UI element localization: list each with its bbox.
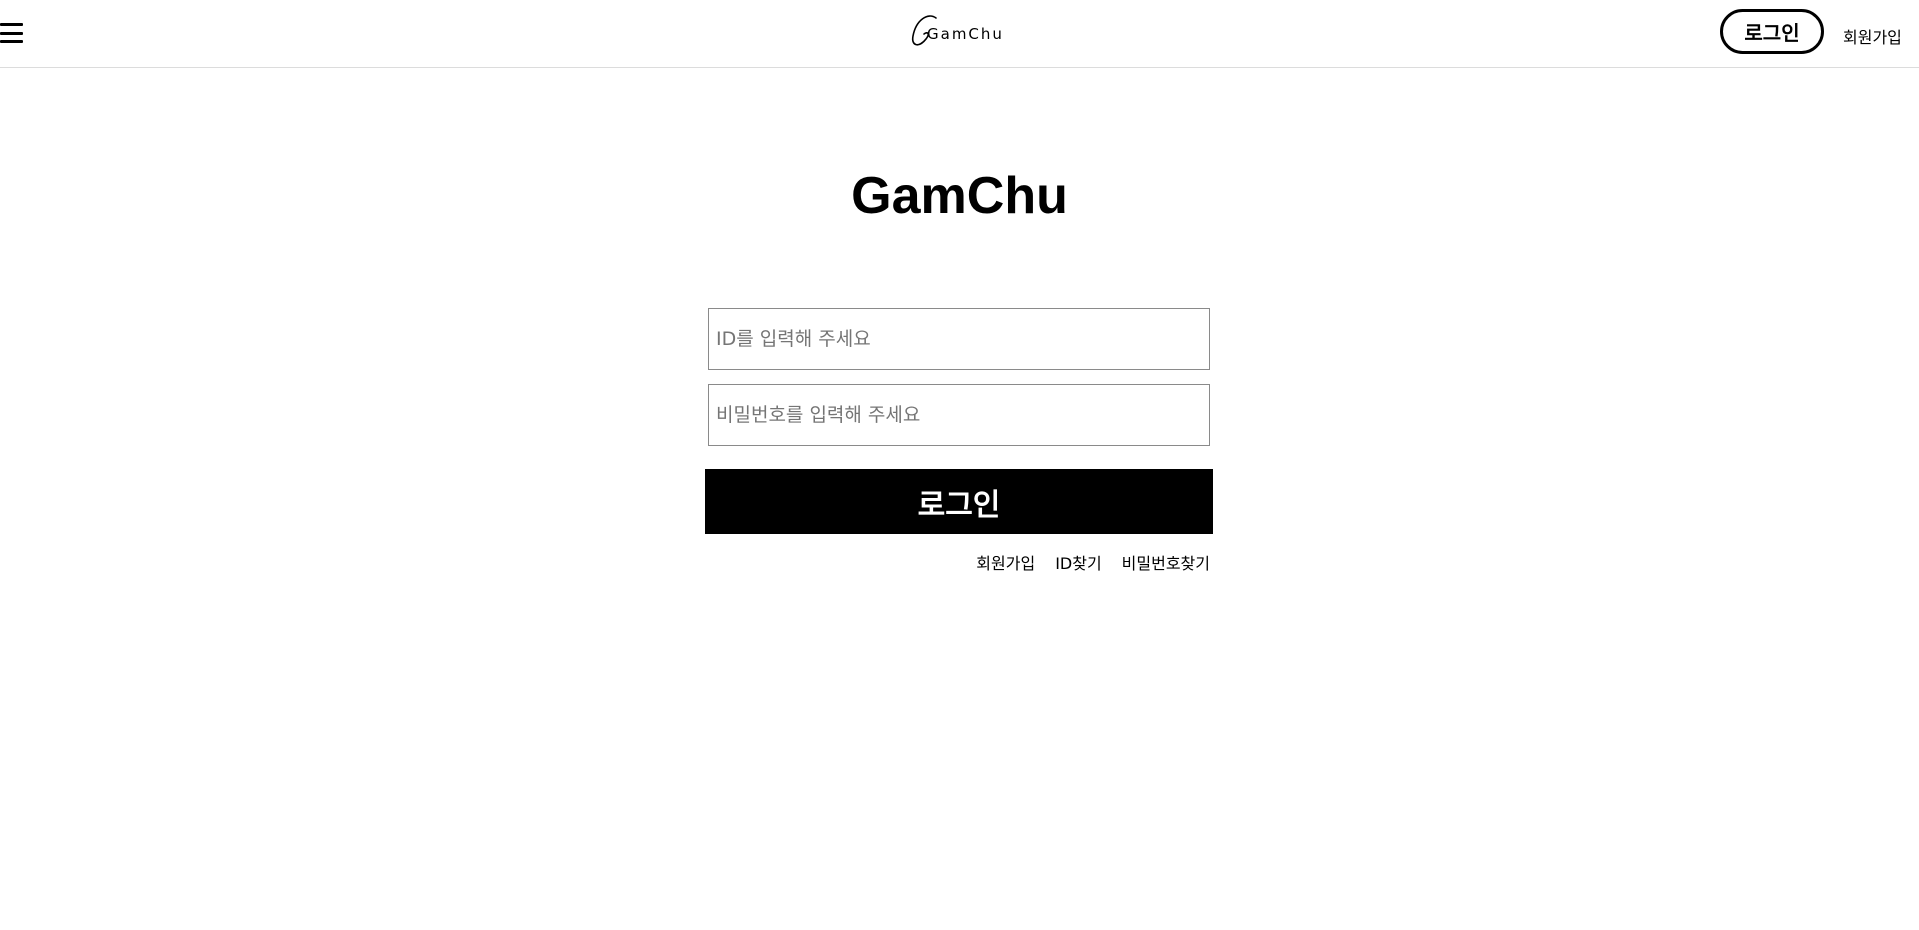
password-input[interactable] bbox=[708, 384, 1210, 446]
menu-bar bbox=[0, 31, 23, 35]
menu-bar bbox=[0, 23, 23, 26]
auxiliary-links: 회원가입 ID찾기 비밀번호찾기 bbox=[960, 550, 1210, 574]
logo[interactable]: GamChu bbox=[910, 10, 1010, 50]
header-signup-link[interactable]: 회원가입 bbox=[1843, 24, 1902, 48]
top-header: GamChu 로그인 회원가입 bbox=[0, 0, 1919, 68]
header-login-button[interactable]: 로그인 bbox=[1720, 9, 1824, 54]
signup-link[interactable]: 회원가입 bbox=[976, 550, 1035, 574]
login-submit-button[interactable]: 로그인 bbox=[705, 469, 1213, 534]
find-id-link[interactable]: ID찾기 bbox=[1055, 550, 1101, 574]
page-title: GamChu bbox=[851, 167, 1068, 225]
find-password-link[interactable]: 비밀번호찾기 bbox=[1122, 550, 1210, 574]
menu-bar bbox=[0, 40, 23, 43]
hamburger-menu-icon[interactable] bbox=[0, 18, 26, 48]
logo-text: GamChu bbox=[927, 25, 1004, 43]
id-input[interactable] bbox=[708, 308, 1210, 370]
